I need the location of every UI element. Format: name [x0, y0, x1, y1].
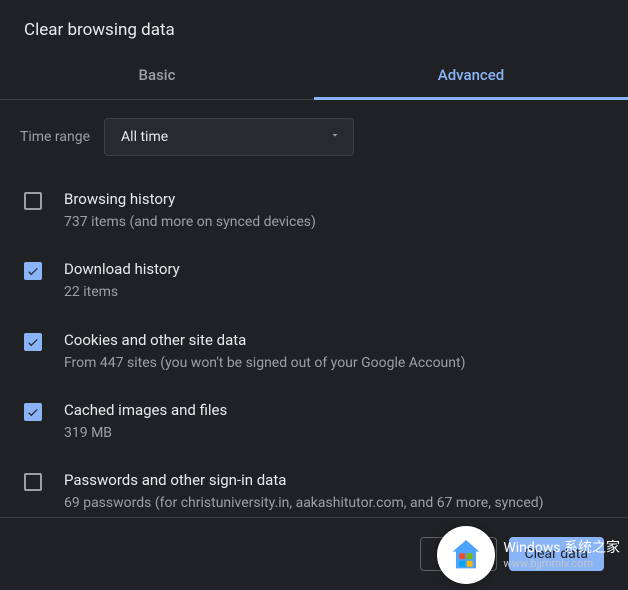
option-title: Passwords and other sign-in data [64, 471, 604, 489]
dialog-footer: Cancel Clear data [0, 518, 628, 590]
option-title: Cached images and files [64, 401, 604, 419]
option-sub: 319 MB [64, 423, 604, 443]
chevron-down-icon [329, 129, 341, 145]
tab-advanced[interactable]: Advanced [314, 52, 628, 100]
time-range-select[interactable]: All time [104, 118, 354, 156]
options-scroll-area[interactable]: Time range All time Browsing history 737… [0, 100, 628, 518]
option-sub: From 447 sites (you won't be signed out … [64, 353, 604, 373]
option-title: Browsing history [64, 190, 604, 208]
option-cached[interactable]: Cached images and files 319 MB [20, 391, 608, 453]
option-sub: 22 items [64, 282, 604, 302]
time-range-value: All time [121, 129, 168, 145]
clear-data-button[interactable]: Clear data [509, 537, 604, 571]
tab-basic[interactable]: Basic [0, 52, 314, 99]
checkbox-passwords[interactable] [24, 473, 42, 491]
option-browsing-history[interactable]: Browsing history 737 items (and more on … [20, 180, 608, 242]
checkbox-cookies[interactable] [24, 333, 42, 351]
option-title: Download history [64, 260, 604, 278]
cancel-button[interactable]: Cancel [420, 537, 497, 571]
checkbox-cached[interactable] [24, 403, 42, 421]
time-range-label: Time range [20, 129, 90, 145]
checkbox-browsing-history[interactable] [24, 192, 42, 210]
dialog-title: Clear browsing data [0, 0, 628, 52]
option-passwords[interactable]: Passwords and other sign-in data 69 pass… [20, 461, 608, 518]
time-range-row: Time range All time [20, 118, 608, 156]
tabs: Basic Advanced [0, 52, 628, 100]
option-title: Cookies and other site data [64, 331, 604, 349]
clear-browsing-data-dialog: Clear browsing data Basic Advanced Time … [0, 0, 628, 590]
option-sub: 737 items (and more on synced devices) [64, 212, 604, 232]
option-sub: 69 passwords (for christuniversity.in, a… [64, 493, 604, 513]
option-download-history[interactable]: Download history 22 items [20, 250, 608, 312]
checkbox-download-history[interactable] [24, 262, 42, 280]
option-cookies[interactable]: Cookies and other site data From 447 sit… [20, 321, 608, 383]
